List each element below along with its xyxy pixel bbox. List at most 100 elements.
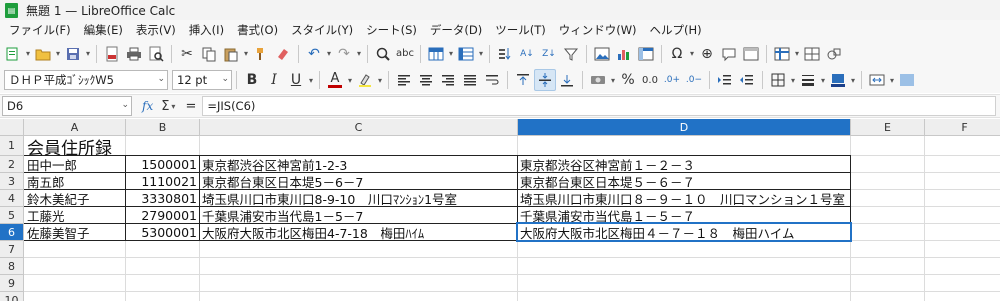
menu-window[interactable]: ウィンドウ(W) [554, 22, 645, 38]
redo-icon[interactable]: ↷ [333, 43, 355, 65]
new-icon[interactable] [2, 43, 24, 65]
freeze-icon[interactable] [771, 43, 793, 65]
chevron-down-icon[interactable]: ⌄ [157, 74, 165, 84]
column-header-a[interactable]: A [24, 119, 126, 136]
address-cell[interactable]: 大阪府大阪市北区梅田4-7-18 梅田ﾊｲﾑ [200, 224, 517, 241]
menu-sheet[interactable]: シート(S) [361, 22, 425, 38]
decimal-format-button[interactable]: 0.0 [639, 69, 661, 91]
column-header-b[interactable]: B [126, 119, 200, 136]
zip-cell[interactable]: 5300001 [126, 224, 199, 241]
row-header-9[interactable]: 9 [0, 275, 24, 292]
align-bottom-icon[interactable] [556, 69, 578, 91]
open-dropdown-icon[interactable]: ▾ [54, 49, 62, 58]
font-color-dropdown-icon[interactable]: ▾ [346, 76, 354, 85]
formula-input[interactable]: =JIS(C6) [202, 96, 996, 116]
conditional-format-icon[interactable] [896, 69, 918, 91]
row-header-7[interactable]: 7 [0, 241, 24, 258]
wrap-text-icon[interactable] [481, 69, 503, 91]
row-header-10[interactable]: 10 [0, 292, 24, 301]
jis-address-cell[interactable]: 埼玉県川口市東川口８－９－１０ 川口マンション１号室 [518, 190, 850, 207]
pivot-icon[interactable] [635, 43, 657, 65]
print-preview-icon[interactable] [145, 43, 167, 65]
menu-edit[interactable]: 編集(E) [79, 22, 131, 38]
cut-icon[interactable]: ✂ [176, 43, 198, 65]
hyperlink-icon[interactable]: ⊕ [696, 43, 718, 65]
zip-cell[interactable]: 1500001 [126, 156, 199, 173]
chart-icon[interactable] [613, 43, 635, 65]
currency-format-icon[interactable] [587, 69, 609, 91]
name-box[interactable]: D6 ⌄ [2, 96, 132, 116]
split-icon[interactable] [801, 43, 823, 65]
row-header-6[interactable]: 6 [0, 224, 24, 241]
image-icon[interactable] [591, 43, 613, 65]
sort-icon[interactable] [494, 43, 516, 65]
export-pdf-icon[interactable] [101, 43, 123, 65]
align-right-icon[interactable] [437, 69, 459, 91]
save-icon[interactable] [62, 43, 84, 65]
name-cell[interactable]: 南五郎 [25, 173, 125, 190]
chevron-down-icon[interactable]: ⌄ [121, 100, 129, 110]
paste-dropdown-icon[interactable]: ▾ [242, 49, 250, 58]
menu-insert[interactable]: 挿入(I) [184, 22, 232, 38]
italic-button[interactable]: I [263, 69, 285, 91]
row-header-3[interactable]: 3 [0, 173, 24, 190]
sort-desc-icon[interactable]: Z↓ [538, 43, 560, 65]
menu-view[interactable]: 表示(V) [131, 22, 184, 38]
row-header-1[interactable]: 1 [0, 136, 24, 156]
align-middle-icon[interactable] [534, 69, 556, 91]
special-char-icon[interactable]: Ω [666, 43, 688, 65]
column-header-f[interactable]: F [925, 119, 1000, 136]
align-top-icon[interactable] [512, 69, 534, 91]
currency-dropdown-icon[interactable]: ▾ [609, 76, 617, 85]
font-size-box[interactable]: 12 pt ⌄ [172, 70, 232, 90]
underline-button[interactable]: U [285, 69, 307, 91]
sheet-title-cell[interactable]: 会員住所録 [25, 136, 225, 157]
function-wizard-icon[interactable]: fx [142, 99, 153, 113]
border-color-dropdown-icon[interactable]: ▾ [849, 76, 857, 85]
row-header-2[interactable]: 2 [0, 156, 24, 173]
jis-address-cell[interactable]: 東京都台東区日本堤５－６－７ [518, 173, 850, 190]
border-color-icon[interactable] [827, 69, 849, 91]
sum-dropdown-icon[interactable]: ▾ [169, 102, 177, 111]
menu-tools[interactable]: ツール(T) [490, 22, 554, 38]
undo-dropdown-icon[interactable]: ▾ [325, 49, 333, 58]
jis-address-cell[interactable]: 東京都渋谷区神宮前１－２－３ [518, 156, 850, 173]
borders-dropdown-icon[interactable]: ▾ [789, 76, 797, 85]
redo-dropdown-icon[interactable]: ▾ [355, 49, 363, 58]
highlight-dropdown-icon[interactable]: ▾ [376, 76, 384, 85]
percent-button[interactable]: % [617, 69, 639, 91]
sum-icon[interactable]: Σ [161, 99, 169, 114]
spelling-icon[interactable]: abc [394, 43, 416, 65]
row-header-8[interactable]: 8 [0, 258, 24, 275]
find-icon[interactable] [372, 43, 394, 65]
align-left-icon[interactable] [393, 69, 415, 91]
highlight-icon[interactable] [354, 69, 376, 91]
clear-icon[interactable] [272, 43, 294, 65]
menu-help[interactable]: ヘルプ(H) [645, 22, 710, 38]
font-name-box[interactable]: ＤＨＰ平成ｺﾞｼｯｸW5 ⌄ [4, 70, 168, 90]
zip-cell[interactable]: 2790001 [126, 207, 199, 224]
new-dropdown-icon[interactable]: ▾ [24, 49, 32, 58]
column-dropdown-icon[interactable]: ▾ [477, 49, 485, 58]
bold-button[interactable]: B [241, 69, 263, 91]
menu-file[interactable]: ファイル(F) [4, 22, 79, 38]
menu-data[interactable]: データ(D) [425, 22, 490, 38]
save-dropdown-icon[interactable]: ▾ [84, 49, 92, 58]
address-cell[interactable]: 千葉県浦安市当代島1－5－7 [200, 207, 517, 224]
name-cell[interactable]: 工藤光 [25, 207, 125, 224]
undo-icon[interactable]: ↶ [303, 43, 325, 65]
row-icon[interactable] [425, 43, 447, 65]
row-dropdown-icon[interactable]: ▾ [447, 49, 455, 58]
copy-icon[interactable] [198, 43, 220, 65]
clone-format-icon[interactable] [250, 43, 272, 65]
open-icon[interactable] [32, 43, 54, 65]
autofilter-icon[interactable] [560, 43, 582, 65]
zip-cell[interactable]: 1110021 [126, 173, 199, 190]
borders-icon[interactable] [767, 69, 789, 91]
paste-icon[interactable] [220, 43, 242, 65]
headers-icon[interactable] [740, 43, 762, 65]
formula-icon[interactable]: = [185, 99, 196, 114]
row-header-5[interactable]: 5 [0, 207, 24, 224]
merge-cells-icon[interactable] [866, 69, 888, 91]
column-icon[interactable] [455, 43, 477, 65]
